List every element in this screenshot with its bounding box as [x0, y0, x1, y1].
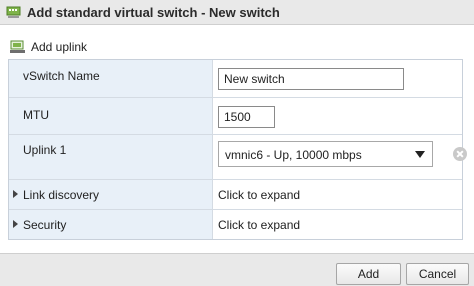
row-vswitch-name: vSwitch Name New switch — [9, 60, 462, 98]
row-mtu: MTU 1500 — [9, 98, 462, 135]
security-label: Security — [23, 218, 67, 232]
link-discovery-expand[interactable]: Click to expand — [218, 188, 300, 202]
row-security[interactable]: Security Click to expand — [9, 210, 462, 239]
uplink-1-label: Uplink 1 — [23, 143, 67, 157]
cancel-button[interactable]: Cancel — [406, 263, 469, 285]
link-discovery-label: Link discovery — [23, 188, 100, 202]
vswitch-name-input[interactable]: New switch — [218, 68, 404, 90]
uplink-1-selected-value: vmnic6 - Up, 10000 mbps — [225, 148, 362, 162]
caret-right-icon — [13, 190, 18, 198]
mtu-input[interactable]: 1500 — [218, 106, 275, 128]
remove-icon[interactable] — [453, 147, 467, 161]
add-uplink-button[interactable]: Add uplink — [10, 38, 87, 56]
switch-settings-table: vSwitch Name New switch MTU 1500 Uplink … — [8, 59, 467, 240]
dialog-footer: Add Cancel — [0, 253, 474, 286]
row-uplink-1: Uplink 1 vmnic6 - Up, 10000 mbps — [9, 135, 467, 180]
network-adapter-icon — [10, 40, 25, 53]
row-link-discovery[interactable]: Link discovery Click to expand — [9, 180, 462, 210]
add-button[interactable]: Add — [336, 263, 401, 285]
vswitch-name-label: vSwitch Name — [23, 69, 100, 83]
security-expand[interactable]: Click to expand — [218, 218, 300, 232]
chevron-down-icon — [415, 151, 425, 158]
caret-right-icon — [13, 220, 18, 228]
uplink-1-select[interactable]: vmnic6 - Up, 10000 mbps — [218, 141, 433, 167]
mtu-label: MTU — [23, 108, 49, 122]
add-uplink-label: Add uplink — [31, 40, 88, 54]
dialog-title: Add standard virtual switch - New switch — [27, 4, 280, 20]
dialog-titlebar: Add standard virtual switch - New switch — [0, 0, 474, 25]
virtual-switch-icon — [6, 5, 21, 19]
